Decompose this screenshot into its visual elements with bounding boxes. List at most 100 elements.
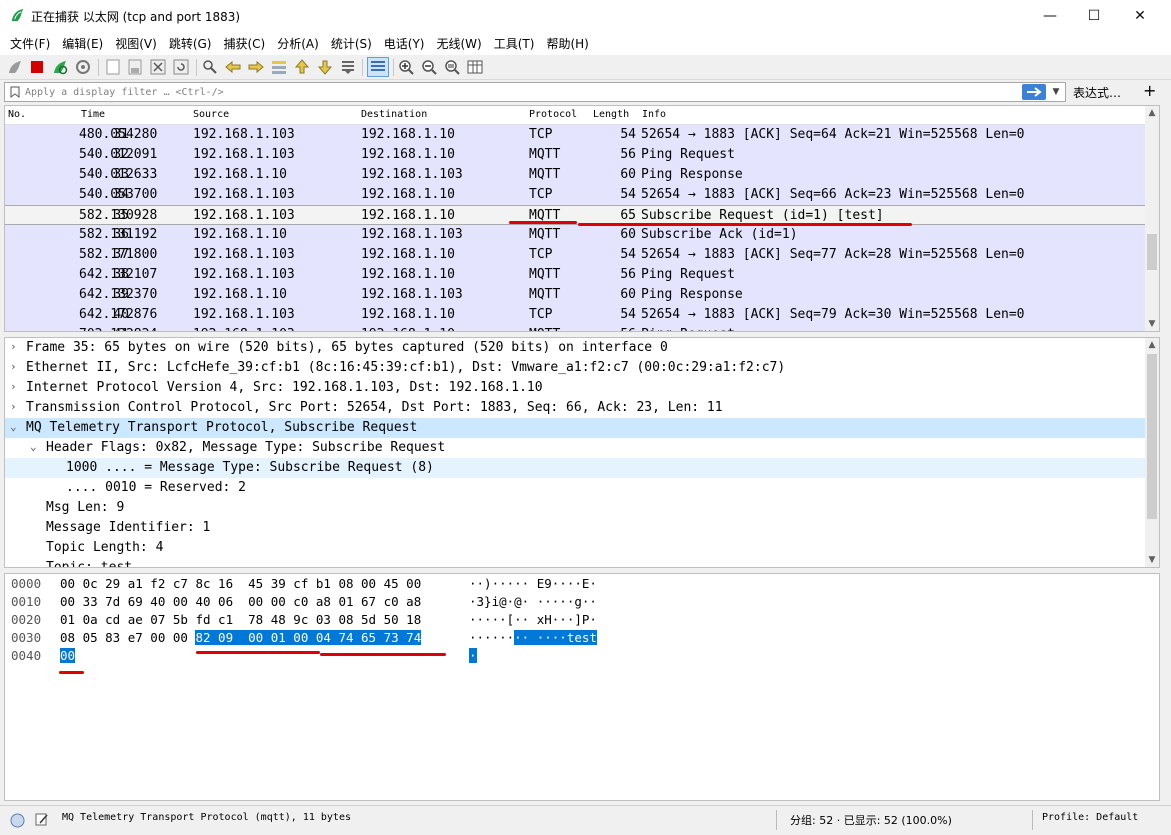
maximize-button[interactable]: ☐ bbox=[1071, 0, 1117, 31]
scroll-up-icon[interactable]: ▲ bbox=[1145, 338, 1159, 352]
close-file-icon[interactable] bbox=[149, 58, 167, 76]
details-tree-item[interactable]: › Ethernet II, Src: LcfcHefe_39:cf:b1 (8c… bbox=[5, 358, 1159, 378]
restart-capture-icon[interactable] bbox=[51, 58, 69, 76]
scrollbar-thumb[interactable] bbox=[1147, 354, 1157, 519]
packet-row[interactable]: 41702.132824192.168.1.103192.168.1.10MQT… bbox=[5, 325, 1147, 331]
details-tree-item[interactable]: ⌄ MQ Telemetry Transport Protocol, Subscr… bbox=[5, 418, 1159, 438]
details-scrollbar[interactable]: ▲ ▼ bbox=[1145, 338, 1159, 567]
expand-arrow-icon[interactable]: › bbox=[10, 340, 17, 353]
find-packet-icon[interactable] bbox=[201, 58, 219, 76]
packet-row[interactable]: 31 480.054280 192.168.1.103 192.168.1.10 TCP… bbox=[5, 125, 1147, 145]
packet-protocol-cell: MQTT bbox=[529, 287, 561, 302]
status-profile[interactable]: Profile: Default bbox=[1042, 812, 1138, 823]
details-tree-item[interactable]: › Transmission Control Protocol, Src Port… bbox=[5, 398, 1159, 418]
close-button[interactable]: ✕ bbox=[1117, 0, 1163, 31]
menu-capture[interactable]: 捕获(C) bbox=[217, 35, 271, 52]
collapse-arrow-icon[interactable]: ⌄ bbox=[30, 440, 37, 453]
details-tree-item[interactable]: › Internet Protocol Version 4, Src: 192.1… bbox=[5, 378, 1159, 398]
expand-arrow-icon[interactable]: › bbox=[10, 380, 17, 393]
packet-protocol-cell: MQTT bbox=[529, 227, 561, 242]
menu-help[interactable]: 帮助(H) bbox=[540, 35, 594, 52]
col-length-header[interactable]: Length bbox=[593, 109, 629, 120]
details-tree-item[interactable]: Message Identifier: 1 bbox=[5, 518, 1159, 538]
col-time-header[interactable]: Time bbox=[81, 109, 105, 120]
go-to-packet-icon[interactable] bbox=[270, 58, 288, 76]
auto-scroll-icon[interactable] bbox=[339, 58, 357, 76]
packet-row[interactable]: 32 540.012091 192.168.1.103 192.168.1.10 MQT… bbox=[5, 145, 1147, 165]
bytes-row[interactable]: 0020 01 0a cd ae 07 5b fd c1 78 48 9c 03 … bbox=[5, 611, 1159, 629]
last-packet-icon[interactable] bbox=[316, 58, 334, 76]
reload-file-icon[interactable] bbox=[172, 58, 190, 76]
packet-time-cell: 540.053700 bbox=[79, 187, 158, 202]
packet-row[interactable]: 38 642.132107 192.168.1.103 192.168.1.10 MQT… bbox=[5, 265, 1147, 285]
details-item-text: Ethernet II, Src: LcfcHefe_39:cf:b1 (8c:… bbox=[26, 360, 786, 375]
display-filter-input[interactable] bbox=[25, 84, 1005, 100]
menu-telephony[interactable]: 电话(Y) bbox=[378, 35, 431, 52]
menu-go[interactable]: 跳转(G) bbox=[163, 35, 218, 52]
start-capture-icon[interactable] bbox=[6, 58, 24, 76]
bytes-row[interactable]: 0000 00 0c 29 a1 f2 c7 8c 16 45 39 cf b1 … bbox=[5, 575, 1159, 593]
menu-analyze[interactable]: 分析(A) bbox=[271, 35, 325, 52]
expand-arrow-icon[interactable]: › bbox=[10, 400, 17, 413]
bytes-row[interactable]: 0010 00 33 7d 69 40 00 40 06 00 00 c0 a8 … bbox=[5, 593, 1159, 611]
details-tree-item[interactable]: Topic: test bbox=[5, 558, 1159, 567]
normal-size-icon[interactable] bbox=[443, 58, 461, 76]
menu-file[interactable]: 文件(F) bbox=[4, 35, 56, 52]
details-tree-item[interactable]: ⌄ Header Flags: 0x82, Message Type: Subsc… bbox=[5, 438, 1159, 458]
packet-row[interactable]: 37 582.171800 192.168.1.103 192.168.1.10 TCP… bbox=[5, 245, 1147, 265]
packet-source-cell: 192.168.1.103 bbox=[193, 127, 295, 142]
capture-options-icon[interactable] bbox=[74, 58, 92, 76]
capture-comment-icon[interactable] bbox=[34, 812, 49, 827]
first-packet-icon[interactable] bbox=[293, 58, 311, 76]
packet-protocol-cell: TCP bbox=[529, 247, 553, 262]
zoom-out-icon[interactable] bbox=[420, 58, 438, 76]
zoom-in-icon[interactable] bbox=[397, 58, 415, 76]
menu-statistics[interactable]: 统计(S) bbox=[325, 35, 378, 52]
menu-bar: 文件(F) 编辑(E) 视图(V) 跳转(G) 捕获(C) 分析(A) 统计(S… bbox=[0, 31, 1171, 55]
go-back-icon[interactable] bbox=[224, 58, 242, 76]
scrollbar-thumb[interactable] bbox=[1147, 234, 1157, 270]
scroll-up-icon[interactable]: ▲ bbox=[1145, 106, 1159, 120]
save-file-icon[interactable] bbox=[126, 58, 144, 76]
packet-destination-cell: 192.168.1.10 bbox=[361, 127, 455, 142]
filter-history-dropdown-icon[interactable]: ▼ bbox=[1049, 84, 1063, 100]
details-tree-item[interactable]: 1000 .... = Message Type: Subscribe Requ… bbox=[5, 458, 1159, 478]
scroll-down-icon[interactable]: ▼ bbox=[1145, 317, 1159, 331]
expert-info-icon[interactable] bbox=[10, 813, 25, 828]
add-filter-button[interactable]: + bbox=[1143, 81, 1156, 100]
resize-columns-icon[interactable] bbox=[466, 58, 484, 76]
col-protocol-header[interactable]: Protocol bbox=[529, 109, 577, 120]
bytes-row[interactable]: 0030 08 05 83 e7 00 00 82 09 00 01 00 04 … bbox=[5, 629, 1159, 647]
details-tree-item[interactable]: Topic Length: 4 bbox=[5, 538, 1159, 558]
expand-arrow-icon[interactable]: › bbox=[10, 360, 17, 373]
scroll-down-icon[interactable]: ▼ bbox=[1145, 553, 1159, 567]
packet-row[interactable]: 39 642.132370 192.168.1.10 192.168.1.103 MQT… bbox=[5, 285, 1147, 305]
packet-list-scrollbar[interactable]: ▲ ▼ bbox=[1145, 106, 1159, 331]
open-file-icon[interactable] bbox=[104, 58, 122, 76]
menu-tools[interactable]: 工具(T) bbox=[488, 35, 541, 52]
bytes-row[interactable]: 0040 00 · bbox=[5, 647, 1159, 665]
menu-edit[interactable]: 编辑(E) bbox=[56, 35, 109, 52]
colorize-icon[interactable] bbox=[367, 57, 389, 77]
packet-row[interactable]: 40 642.172876 192.168.1.103 192.168.1.10 TCP… bbox=[5, 305, 1147, 325]
menu-wireless[interactable]: 无线(W) bbox=[431, 35, 488, 52]
details-tree-item[interactable]: .... 0010 = Reserved: 2 bbox=[5, 478, 1159, 498]
minimize-button[interactable]: — bbox=[1027, 0, 1073, 31]
menu-view[interactable]: 视图(V) bbox=[109, 35, 163, 52]
apply-filter-arrow-icon[interactable] bbox=[1022, 84, 1046, 100]
expression-button[interactable]: 表达式… bbox=[1073, 84, 1121, 101]
packet-row[interactable]: 33 540.012633 192.168.1.10 192.168.1.103 MQT… bbox=[5, 165, 1147, 185]
col-destination-header[interactable]: Destination bbox=[361, 109, 427, 120]
col-source-header[interactable]: Source bbox=[193, 109, 229, 120]
display-filter-field[interactable]: ▼ bbox=[4, 82, 1066, 102]
go-forward-icon[interactable] bbox=[247, 58, 265, 76]
col-no-header[interactable]: No. bbox=[8, 109, 26, 120]
details-tree-item[interactable]: Msg Len: 9 bbox=[5, 498, 1159, 518]
packet-row[interactable]: 34 540.053700 192.168.1.103 192.168.1.10 TCP… bbox=[5, 185, 1147, 205]
stop-capture-icon[interactable] bbox=[28, 58, 46, 76]
packet-row[interactable]: 36 582.131192 192.168.1.10 192.168.1.103 MQT… bbox=[5, 225, 1147, 245]
bookmark-icon[interactable] bbox=[9, 86, 21, 98]
collapse-arrow-icon[interactable]: ⌄ bbox=[10, 420, 17, 433]
col-info-header[interactable]: Info bbox=[642, 109, 666, 120]
details-tree-item[interactable]: › Frame 35: 65 bytes on wire (520 bits), … bbox=[5, 338, 1159, 358]
